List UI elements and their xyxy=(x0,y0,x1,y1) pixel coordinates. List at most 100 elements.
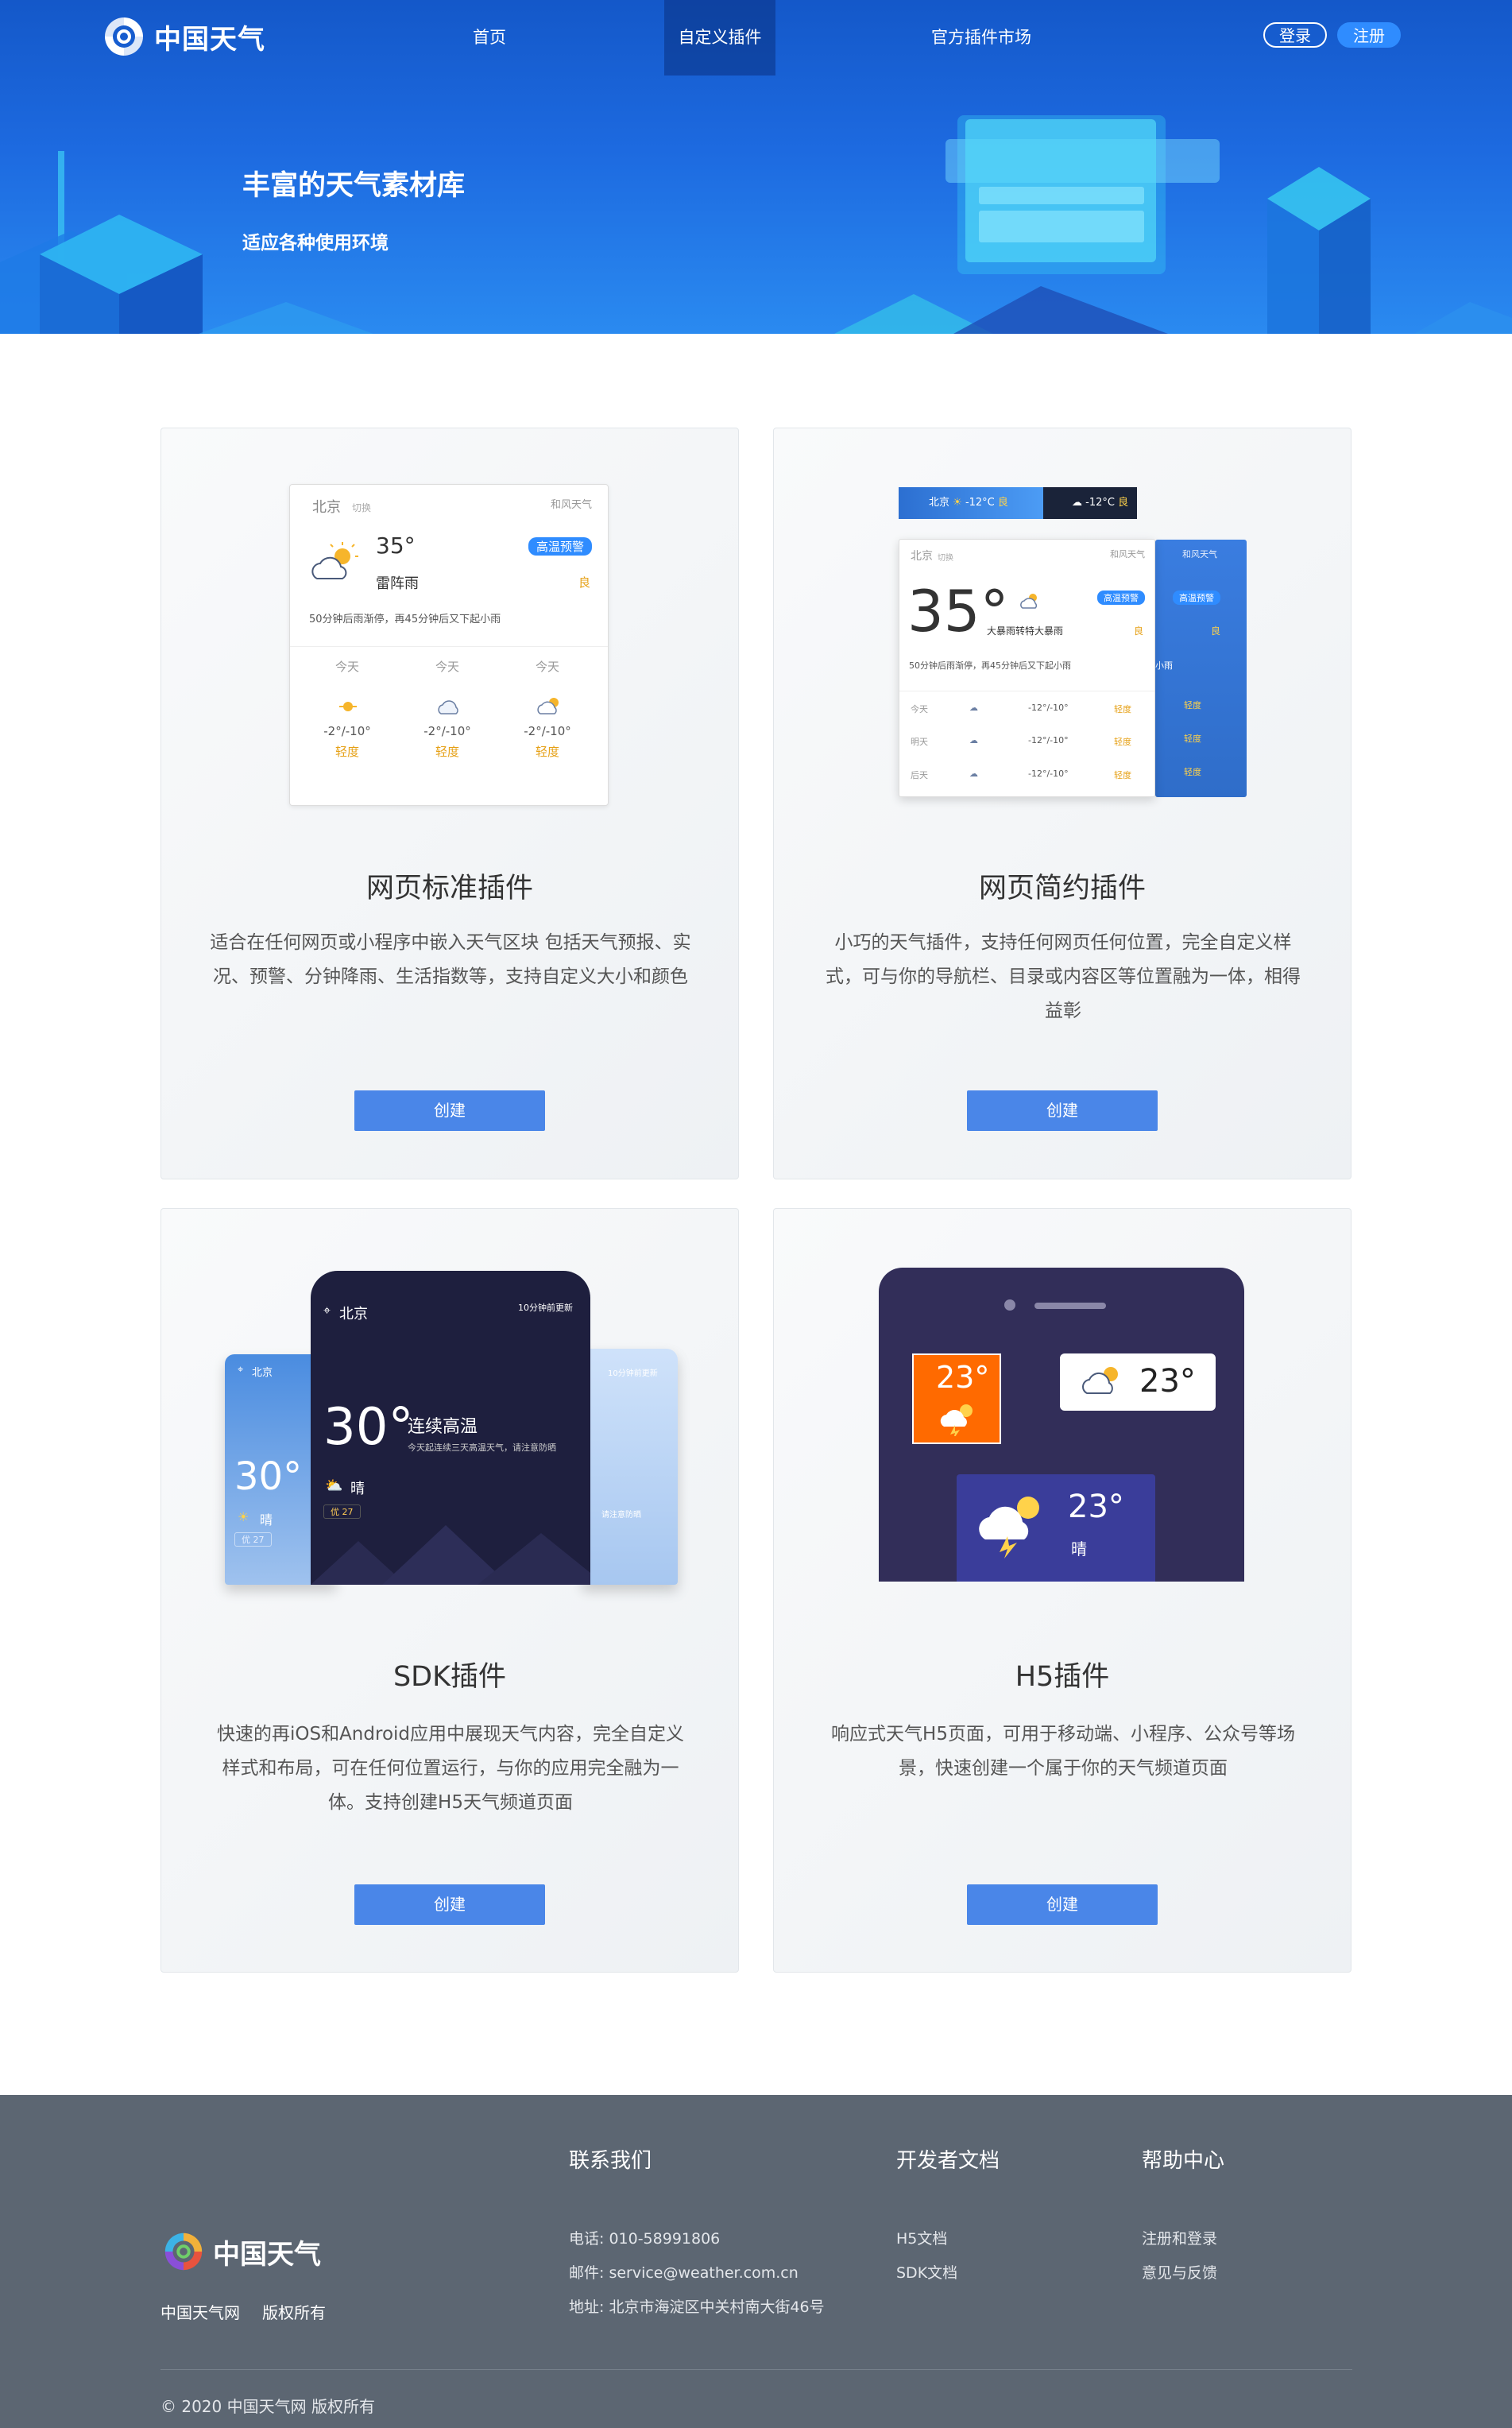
sdk-left-aqi: 优 27 xyxy=(234,1532,272,1547)
widget-city: 北京 xyxy=(312,499,341,516)
bar-dark: ☁ -12°C 良 xyxy=(1043,487,1137,519)
nav-plugin-market[interactable]: 官方插件市场 xyxy=(922,0,1041,76)
sdk-right-note: 请注意防晒 xyxy=(601,1511,641,1520)
footer-link-h5-docs[interactable]: H5文档 xyxy=(896,2227,947,2248)
mountain-decoration xyxy=(311,1525,590,1585)
h5-tile-orange: 23° xyxy=(912,1353,1001,1444)
card-title: SDK插件 xyxy=(393,1661,507,1693)
bar-dark-aqi: 良 xyxy=(1118,497,1129,509)
sun-icon: ☀ xyxy=(238,1509,249,1524)
row-day: 明天 xyxy=(911,737,928,747)
phone-camera xyxy=(1004,1299,1015,1311)
card-sdk: ⌖ 北京 30° ☀ 晴 优 27 10分钟前更新 请注意防晒 ⌖ 北京 10分… xyxy=(160,1208,739,1973)
row-temp: -12°/-10° xyxy=(1028,735,1069,745)
card-title: H5插件 xyxy=(1015,1661,1110,1693)
row-temp: -12°/-10° xyxy=(1028,703,1069,713)
widget-rain-note: 50分钟后雨渐停，再45分钟后又下起小雨 xyxy=(309,614,501,625)
sdk-updated: 10分钟前更新 xyxy=(518,1303,573,1313)
footer-contact-title: 联系我们 xyxy=(569,2149,652,2173)
h5-phone-preview: 23° 23° 23° 晴 xyxy=(879,1268,1244,1582)
h5-tile-white: 23° xyxy=(1060,1353,1216,1411)
partly-cloudy-icon xyxy=(1020,594,1038,609)
forecast-day: 今天 -2°/-10° 轻度 xyxy=(400,658,495,760)
login-button[interactable]: 登录 xyxy=(1263,22,1327,48)
forecast-row: 今天 ☁ -12°/-10° 轻度 xyxy=(899,691,1154,722)
create-button[interactable]: 创建 xyxy=(967,1090,1158,1131)
card-title: 网页标准插件 xyxy=(365,873,533,904)
swirl-logo-icon xyxy=(105,17,143,56)
forecast-temp: -2°/-10° xyxy=(423,724,471,738)
cloud-icon: ☁ xyxy=(1072,497,1082,509)
card-h5: 23° 23° 23° 晴 H5插件 响应式天气H5页面，可用于移动端、小程序、… xyxy=(773,1208,1352,1973)
card-web-standard: 北京 切换 和风天气 35° 雷阵雨 高温预警 良 50分钟后雨渐停，再45分钟… xyxy=(160,428,739,1179)
sdk-temp: 30° xyxy=(323,1398,414,1457)
forecast-temp: -2°/-10° xyxy=(323,724,371,738)
forecast-day: 今天 -2°/-10° 轻度 xyxy=(300,658,395,760)
hero-title: 丰富的天气素材库 xyxy=(242,170,466,202)
sdk-right-updated: 10分钟前更新 xyxy=(608,1369,658,1378)
card-description: 响应式天气H5页面，可用于移动端、小程序、公众号等场景，快速创建一个属于你的天气… xyxy=(831,1724,1295,1779)
bar-temp: -12°C xyxy=(965,497,995,509)
create-button[interactable]: 创建 xyxy=(354,1884,545,1925)
card-title: 网页简约插件 xyxy=(978,873,1146,904)
widget-condition: 雷阵雨 xyxy=(376,575,419,592)
back-rain: 小雨 xyxy=(1155,660,1173,671)
sdk-left-condition: 晴 xyxy=(260,1512,273,1528)
bar-light: 北京 ☀ -12°C 良 xyxy=(899,487,1043,519)
row-level: 轻度 xyxy=(1114,770,1131,780)
widget-city: 北京 xyxy=(911,550,933,563)
widget-divider xyxy=(290,646,608,647)
sdk-left-city: 北京 xyxy=(252,1367,273,1379)
forecast-day-label: 今天 xyxy=(334,660,359,674)
footer-link-sdk-docs[interactable]: SDK文档 xyxy=(896,2261,957,2283)
register-button[interactable]: 注册 xyxy=(1337,22,1401,48)
footer-email[interactable]: 邮件: service@weather.com.cn xyxy=(569,2261,799,2283)
brand-name: 中国天气 xyxy=(154,23,265,56)
cloud-sun-icon xyxy=(311,542,358,579)
sdk-preview-right: 10分钟前更新 请注意防晒 xyxy=(582,1349,678,1585)
tile-condition: 晴 xyxy=(1071,1539,1087,1559)
phone-speaker xyxy=(1034,1303,1106,1309)
sdk-headline: 连续高温 xyxy=(408,1417,478,1437)
footer-address: 地址: 北京市海淀区中关村南大街46号 xyxy=(569,2298,825,2316)
back-level: 轻度 xyxy=(1184,767,1201,777)
footer-help-title: 帮助中心 xyxy=(1142,2149,1225,2173)
sdk-city: 北京 xyxy=(339,1306,368,1322)
forecast-temp: -2°/-10° xyxy=(524,724,571,738)
bar-dark-temp: -12°C xyxy=(1085,497,1115,509)
bar-aqi: 良 xyxy=(997,497,1008,509)
footer-docs-title: 开发者文档 xyxy=(896,2149,1000,2173)
thunderstorm-icon xyxy=(940,1404,973,1436)
widget-switch: 切换 xyxy=(352,502,372,513)
create-button[interactable]: 创建 xyxy=(354,1090,545,1131)
footer-logo[interactable]: 中国天气 xyxy=(160,2229,321,2275)
footer-copyright: © 2020 中国天气网 版权所有 xyxy=(160,2397,375,2416)
card-description: 适合在任何网页或小程序中嵌入天气区块 包括天气预报、实况、预警、分钟降雨、生活指… xyxy=(210,932,691,987)
hero-subtitle: 适应各种使用环境 xyxy=(242,233,389,254)
widget-temp: 35° xyxy=(376,532,416,559)
footer-link-login-help[interactable]: 注册和登录 xyxy=(1142,2227,1217,2248)
row-level: 轻度 xyxy=(1114,737,1131,747)
forecast-level: 轻度 xyxy=(535,745,559,759)
forecast-row: 后天 ☁ -12°/-10° 轻度 xyxy=(899,757,1154,789)
cloud-sun-icon xyxy=(1082,1367,1118,1394)
tile-temp: 23° xyxy=(1139,1363,1196,1400)
back-brand: 和风天气 xyxy=(1182,549,1217,560)
create-button[interactable]: 创建 xyxy=(967,1884,1158,1925)
brand-logo[interactable]: 中国天气 xyxy=(100,13,265,60)
sdk-left-temp: 30° xyxy=(234,1454,303,1499)
widget-alert-badge: 高温预警 xyxy=(1097,591,1145,605)
forecast-level: 轻度 xyxy=(334,745,359,759)
footer-site-name: 中国天气网 xyxy=(160,2303,240,2322)
location-pin-icon: ⌖ xyxy=(238,1364,244,1376)
simple-bar-preview: 北京 ☀ -12°C 良 ☁ -12°C 良 xyxy=(899,487,1137,519)
back-level: 轻度 xyxy=(1184,700,1201,711)
nav-custom-plugin[interactable]: 自定义插件 xyxy=(664,0,775,76)
footer-link-feedback[interactable]: 意见与反馈 xyxy=(1142,2261,1217,2283)
row-temp: -12°/-10° xyxy=(1028,769,1069,779)
thunderstorm-icon xyxy=(979,1497,1039,1559)
sdk-preview-main: ⌖ 北京 10分钟前更新 30° 连续高温 今天起连续三天高温天气，请注意防晒 … xyxy=(311,1271,590,1585)
simple-widget-back: 和风天气 高温预警 良 小雨 轻度 轻度 轻度 xyxy=(1155,540,1247,797)
back-level: 轻度 xyxy=(1184,734,1201,744)
nav-home[interactable]: 首页 xyxy=(450,0,529,76)
